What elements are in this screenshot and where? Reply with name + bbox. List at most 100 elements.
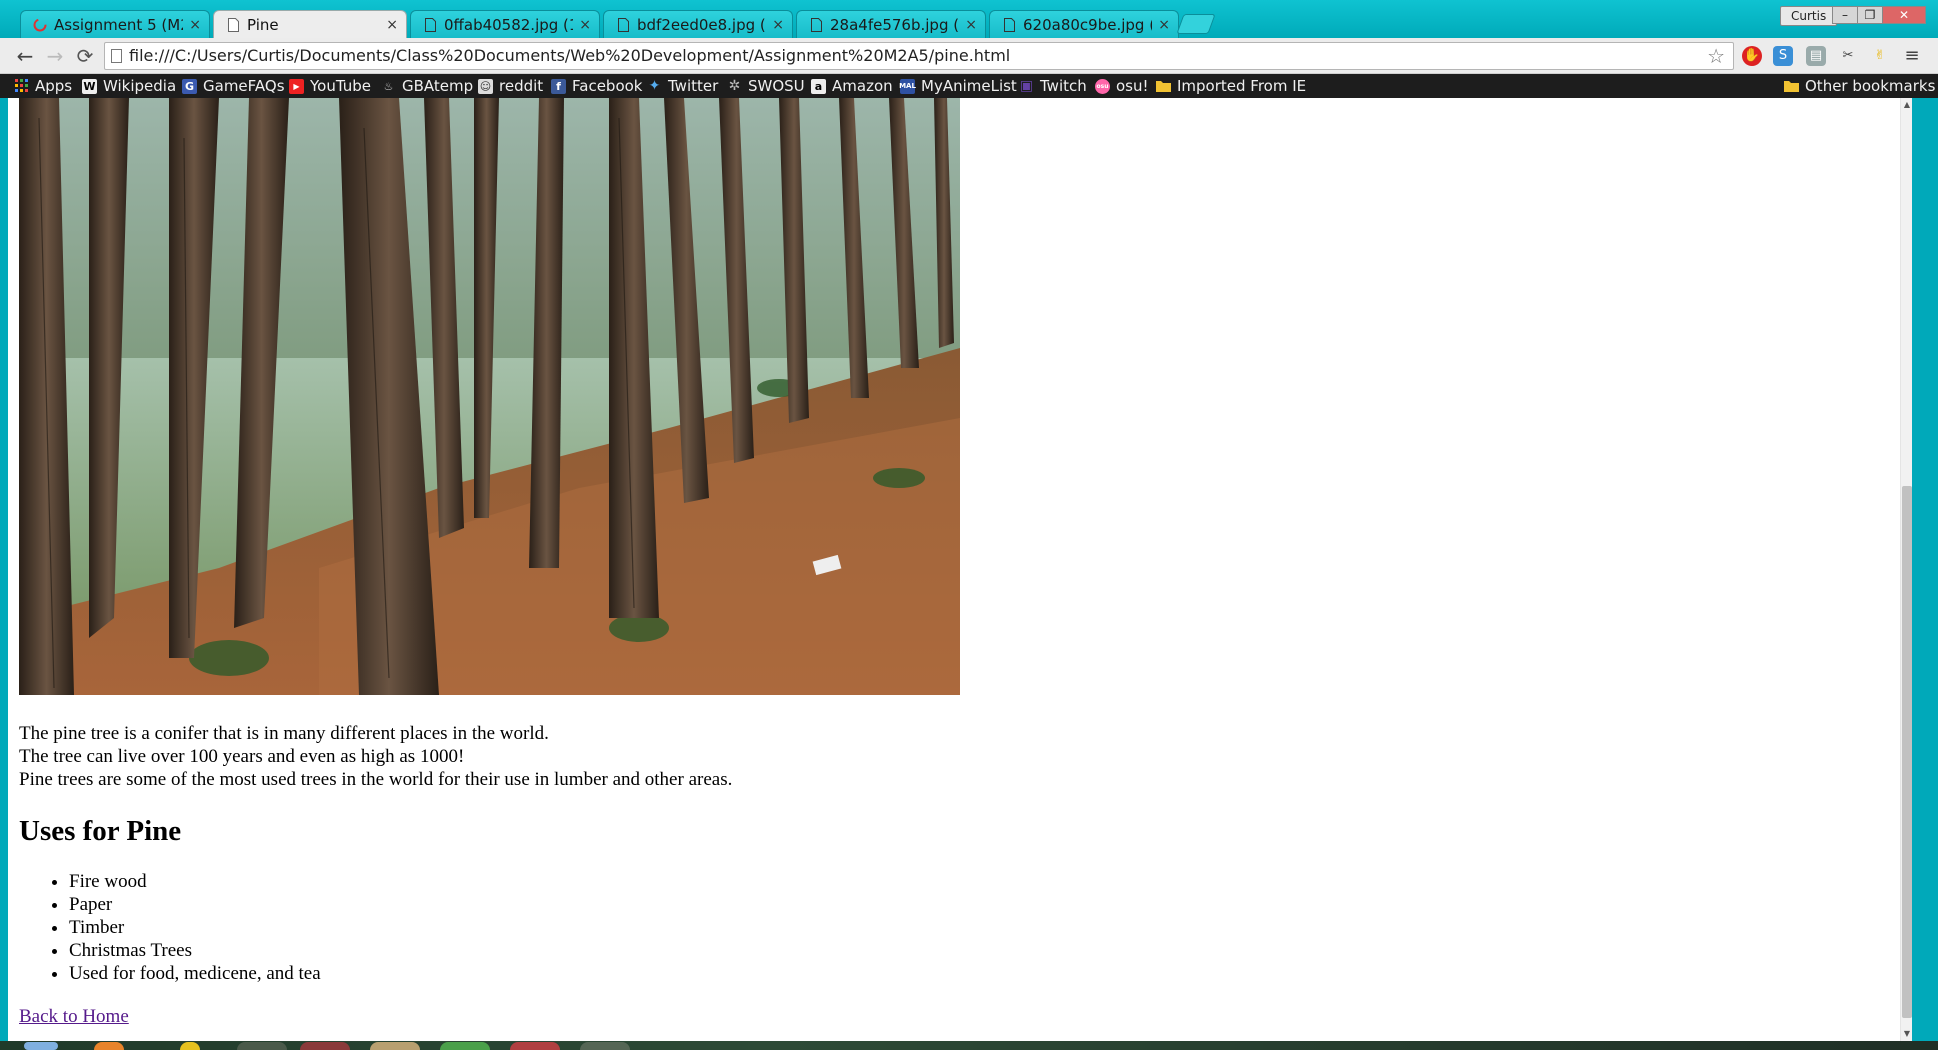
list-item: Paper (69, 893, 321, 916)
bookmark-label: SWOSU (748, 77, 805, 95)
taskbar-app-icon[interactable] (580, 1042, 630, 1050)
tab-close-icon[interactable]: × (772, 17, 784, 33)
tab-close-icon[interactable]: × (386, 17, 398, 33)
taskbar-app-icon[interactable] (180, 1042, 200, 1050)
paragraph-line: The pine tree is a conifer that is in ma… (19, 723, 549, 744)
bookmark-wikipedia[interactable]: W Wikipedia (82, 74, 176, 98)
bookmark-amazon[interactable]: a Amazon (811, 74, 893, 98)
tab-close-icon[interactable]: × (579, 17, 591, 33)
taskbar-app-icon[interactable] (94, 1042, 124, 1050)
hand-icon[interactable]: ✌ (1870, 46, 1890, 66)
uses-heading: Uses for Pine (19, 815, 182, 847)
taskbar-app-icon[interactable] (370, 1042, 420, 1050)
bookmark-label: Facebook (572, 77, 643, 95)
bookmark-label: Other bookmarks (1805, 77, 1936, 95)
bookmark-label: Imported From IE (1177, 77, 1307, 95)
list-item: Christmas Trees (69, 939, 321, 962)
bookmark-myanimelist[interactable]: MAL MyAnimeList (899, 74, 1017, 98)
back-to-home-link[interactable]: Back to Home (19, 1006, 129, 1028)
maximize-button[interactable]: ❐ (1857, 6, 1883, 24)
tab-title: Pine (247, 15, 279, 34)
tab-close-icon[interactable]: × (965, 17, 977, 33)
folder-icon (1784, 79, 1799, 94)
minimize-button[interactable]: – (1832, 6, 1858, 24)
tab-close-icon[interactable]: × (1158, 17, 1170, 33)
reddit-icon: ☺ (478, 78, 493, 94)
scroll-up-arrow-icon[interactable]: ▲ (1901, 98, 1912, 112)
wikipedia-icon: W (82, 78, 97, 94)
bookmark-label: GBAtemp (402, 77, 474, 95)
bookmark-twitter[interactable]: ✦ Twitter (647, 74, 719, 98)
swosu-icon: ✲ (728, 78, 741, 94)
scrollbar-thumb[interactable] (1902, 486, 1912, 1018)
new-tab-button[interactable] (1176, 14, 1216, 34)
paragraph-line: Pine trees are some of the most used tre… (19, 769, 733, 790)
list-item: Used for food, medicene, and tea (69, 962, 321, 985)
os-taskbar (0, 1041, 1938, 1050)
youtube-icon: ▶ (289, 78, 304, 94)
extension-chat-icon[interactable]: ▤ (1806, 46, 1826, 66)
tab-image-4[interactable]: 620a80c9be.jpg (193 × (989, 10, 1179, 38)
browser-toolbar: ← → ⟳ file:///C:/Users/Curtis/Documents/… (0, 38, 1938, 74)
loading-spinner-icon (33, 17, 47, 33)
browser-window: Assignment 5 (M2A5 × Pine × 0ffab40582.j… (0, 0, 1938, 1050)
bookmark-osu[interactable]: osu osu! (1095, 74, 1149, 98)
bookmark-label: GameFAQs (203, 77, 285, 95)
myanimelist-icon: MAL (899, 78, 916, 94)
osu-icon: osu (1095, 78, 1110, 94)
bookmark-gbatemp[interactable]: ♨ GBAtemp (381, 74, 474, 98)
vertical-scrollbar[interactable]: ▲ ▼ (1900, 98, 1912, 1041)
back-arrow-icon[interactable]: ← (12, 44, 38, 68)
page-content: The pine tree is a conifer that is in ma… (8, 98, 1900, 1041)
bookmark-label: YouTube (310, 77, 371, 95)
tab-image-2[interactable]: bdf2eed0e8.jpg (193 × (603, 10, 793, 38)
bookmark-label: Twitter (668, 77, 719, 95)
bookmark-youtube[interactable]: ▶ YouTube (289, 74, 371, 98)
tab-assignment-5[interactable]: Assignment 5 (M2A5 × (20, 10, 210, 38)
start-orb-icon[interactable] (24, 1042, 58, 1050)
tab-title: 620a80c9be.jpg (193 (1023, 15, 1152, 34)
scissors-icon[interactable]: ✂ (1838, 46, 1858, 66)
bookmark-label: Amazon (832, 77, 893, 95)
pine-forest-photo (19, 98, 960, 695)
tab-image-1[interactable]: 0ffab40582.jpg (193 × (410, 10, 600, 38)
taskbar-app-icon[interactable] (300, 1042, 350, 1050)
taskbar-app-icon[interactable] (440, 1042, 490, 1050)
bookmark-twitch[interactable]: ▣ Twitch (1019, 74, 1087, 98)
intro-paragraph: The pine tree is a conifer that is in ma… (19, 722, 732, 791)
forward-arrow-icon[interactable]: → (42, 44, 68, 68)
bookmark-facebook[interactable]: f Facebook (551, 74, 642, 98)
taskbar-app-icon[interactable] (237, 1042, 287, 1050)
bookmark-apps[interactable]: Apps (14, 74, 72, 98)
address-bar[interactable]: file:///C:/Users/Curtis/Documents/Class%… (104, 42, 1734, 70)
tab-image-3[interactable]: 28a4fe576b.jpg (193 × (796, 10, 986, 38)
tab-pine[interactable]: Pine × (213, 10, 407, 38)
close-window-button[interactable]: ✕ (1882, 6, 1926, 24)
bookmark-label: reddit (499, 77, 544, 95)
profile-button[interactable]: Curtis (1780, 6, 1838, 26)
facebook-icon: f (551, 78, 566, 94)
taskbar-app-icon[interactable] (510, 1042, 560, 1050)
bookmark-gamefaqs[interactable]: G GameFAQs (182, 74, 285, 98)
page-icon (1002, 17, 1016, 33)
list-item: Timber (69, 916, 321, 939)
bookmark-other-bookmarks[interactable]: Other bookmarks (1784, 74, 1935, 98)
tab-close-icon[interactable]: × (189, 17, 201, 33)
bookmark-label: Twitch (1040, 77, 1087, 95)
scroll-down-arrow-icon[interactable]: ▼ (1901, 1027, 1912, 1041)
tab-strip: Assignment 5 (M2A5 × Pine × 0ffab40582.j… (0, 0, 1938, 38)
menu-icon[interactable]: ≡ (1902, 46, 1922, 66)
bookmarks-bar: Apps W Wikipedia G GameFAQs ▶ YouTube ♨ … (0, 74, 1938, 98)
amazon-icon: a (811, 78, 826, 94)
extension-s-icon[interactable]: S (1773, 46, 1793, 66)
bookmark-reddit[interactable]: ☺ reddit (478, 74, 543, 98)
uses-list: Fire wood Paper Timber Christmas Trees U… (19, 870, 321, 985)
reload-icon[interactable]: ⟳ (72, 44, 98, 68)
bookmark-star-icon[interactable]: ☆ (1707, 43, 1725, 69)
adblock-icon[interactable]: ✋ (1742, 46, 1762, 66)
bookmark-label: MyAnimeList (921, 77, 1017, 95)
page-icon (111, 49, 122, 63)
bookmark-imported-from-ie[interactable]: Imported From IE (1156, 74, 1306, 98)
bookmark-swosu[interactable]: ✲ SWOSU (727, 74, 805, 98)
tab-title: Assignment 5 (M2A5 (54, 15, 183, 34)
